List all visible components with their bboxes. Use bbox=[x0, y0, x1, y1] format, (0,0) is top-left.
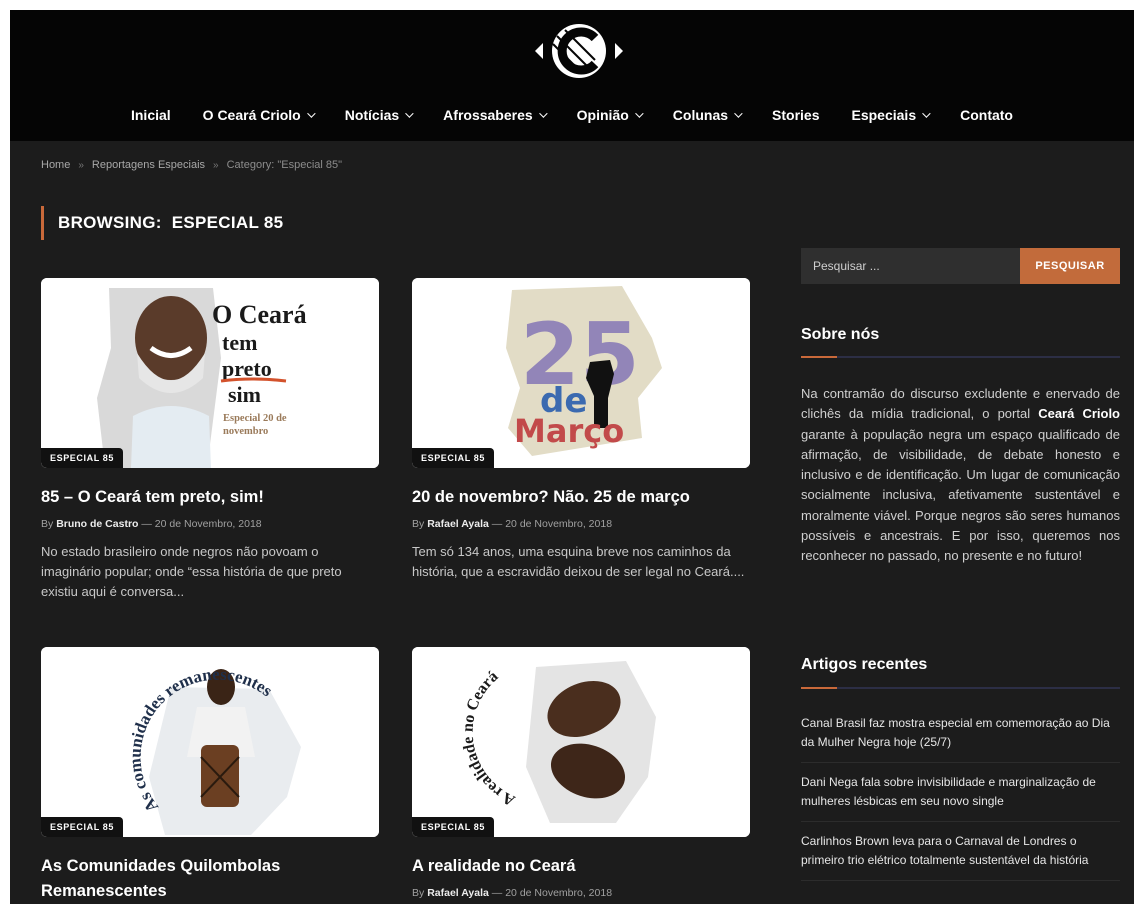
nav-item-label: Notícias bbox=[344, 107, 400, 123]
meta-dash: — bbox=[491, 518, 503, 530]
chevron-down-icon bbox=[405, 109, 414, 118]
widget-divider bbox=[801, 356, 1120, 358]
nav-item-inicial[interactable]: Inicial bbox=[115, 102, 187, 128]
image-text: O Ceará bbox=[212, 300, 307, 329]
meta-by: By bbox=[412, 518, 425, 530]
page-title: BROWSING: ESPECIAL 85 bbox=[41, 206, 283, 240]
breadcrumb-current: Category: "Especial 85" bbox=[226, 159, 343, 171]
post-date: 20 de Novembro, 2018 bbox=[154, 518, 262, 530]
post-author[interactable]: Rafael Ayala bbox=[427, 518, 489, 530]
post-title[interactable]: 85 – O Ceará tem preto, sim! bbox=[41, 485, 379, 510]
chevron-down-icon bbox=[538, 109, 548, 118]
post-meta: By Rafael Ayala — 20 de Novembro, 2018 bbox=[412, 518, 750, 530]
logo-left-arrow-icon bbox=[535, 43, 543, 59]
post-excerpt: No estado brasileiro onde negros não pov… bbox=[41, 544, 342, 599]
chevron-down-icon bbox=[634, 109, 644, 118]
post-image-3: As comunidades remanescentes bbox=[41, 647, 379, 837]
chevron-down-icon bbox=[306, 109, 316, 118]
browsing-label: BROWSING: bbox=[58, 213, 162, 232]
image-text: Março bbox=[514, 412, 624, 450]
post-image-4: A realidade no Ceará bbox=[412, 647, 750, 837]
post-excerpt: Tem só 134 anos, uma esquina breve nos c… bbox=[412, 544, 745, 579]
about-text: Na contramão do discurso excludente e en… bbox=[801, 384, 1120, 567]
recent-article-link[interactable]: Canal Brasil faz mostra especial em come… bbox=[801, 704, 1120, 763]
site-header: Inicial O Ceará Criolo Notícias Afrossabere… bbox=[10, 10, 1134, 141]
chevron-down-icon bbox=[922, 109, 931, 118]
image-text: preto bbox=[222, 356, 272, 381]
nav-item-colunas[interactable]: Colunas bbox=[657, 102, 756, 128]
meta-by: By bbox=[41, 518, 54, 530]
nav-item-stories[interactable]: Stories bbox=[756, 102, 835, 128]
logo-right-arrow-icon bbox=[615, 43, 623, 59]
post-card: A realidade no Ceará ESPECIAL 85 A reali… bbox=[412, 647, 750, 899]
nav-item-label: Inicial bbox=[130, 107, 171, 123]
post-date: 20 de Novembro, 2018 bbox=[505, 887, 613, 899]
nav-item-opini-o[interactable]: Opinião bbox=[561, 102, 657, 128]
category-badge[interactable]: ESPECIAL 85 bbox=[412, 817, 494, 837]
post-card: As comunidades remanescentes ESPECIAL 85… bbox=[41, 647, 379, 904]
nav-item-label: Opinião bbox=[576, 107, 629, 123]
nav-item-label: O Ceará Criolo bbox=[202, 107, 301, 123]
recent-title: Artigos recentes bbox=[801, 656, 928, 673]
breadcrumb-separator: » bbox=[78, 159, 84, 171]
nav-item-label: Afrossaberes bbox=[443, 107, 533, 123]
nav-item-especiais[interactable]: Especiais bbox=[836, 102, 945, 128]
post-card: O Ceará tem preto sim Especial 20 de nov… bbox=[41, 278, 379, 602]
category-badge[interactable]: ESPECIAL 85 bbox=[41, 448, 123, 468]
nav-item-label: Contato bbox=[960, 107, 1013, 123]
image-subtext: Especial 20 de novembro bbox=[223, 413, 287, 437]
browsing-category: ESPECIAL 85 bbox=[171, 213, 284, 232]
post-title[interactable]: A realidade no Ceará bbox=[412, 854, 750, 879]
widget-divider bbox=[801, 687, 1120, 689]
recent-article-link[interactable]: Carlinhos Brown leva para o Carnaval de … bbox=[801, 822, 1120, 881]
breadcrumb: Home » Reportagens Especiais » Category:… bbox=[41, 159, 342, 171]
post-thumbnail[interactable]: A realidade no Ceará ESPECIAL 85 bbox=[412, 647, 750, 837]
search-form: PESQUISAR bbox=[801, 248, 1120, 284]
site-logo[interactable] bbox=[529, 16, 629, 86]
post-meta: By Bruno de Castro — 20 de Novembro, 201… bbox=[41, 518, 379, 530]
post-author[interactable]: Rafael Ayala bbox=[427, 887, 489, 899]
breadcrumb-home[interactable]: Home bbox=[41, 159, 70, 171]
category-badge[interactable]: ESPECIAL 85 bbox=[41, 817, 123, 837]
recent-list: Canal Brasil faz mostra especial em come… bbox=[801, 704, 1120, 881]
post-thumbnail[interactable]: O Ceará tem preto sim Especial 20 de nov… bbox=[41, 278, 379, 468]
nav-item-label: Colunas bbox=[672, 107, 729, 123]
search-button[interactable]: PESQUISAR bbox=[1020, 248, 1120, 284]
post-date: 20 de Novembro, 2018 bbox=[505, 518, 613, 530]
post-author[interactable]: Bruno de Castro bbox=[56, 518, 138, 530]
post-thumbnail[interactable]: As comunidades remanescentes ESPECIAL 85 bbox=[41, 647, 379, 837]
image-text: tem bbox=[222, 330, 257, 355]
nav-item-afrossaberes[interactable]: Afrossaberes bbox=[427, 102, 561, 128]
post-thumbnail[interactable]: 25 de Março ESPECIAL 85 bbox=[412, 278, 750, 468]
post-image-1: O Ceará tem preto sim Especial 20 de nov… bbox=[41, 278, 379, 468]
post-title[interactable]: 20 de novembro? Não. 25 de março bbox=[412, 485, 750, 510]
recent-article-link[interactable]: Dani Nega fala sobre invisibilidade e ma… bbox=[801, 763, 1120, 822]
post-card: 25 de Março ESPECIAL 85 20 de novembro? … bbox=[412, 278, 750, 582]
about-text-part: garante à população negra um espaço qual… bbox=[801, 426, 1120, 564]
nav-item-not-cias[interactable]: Notícias bbox=[329, 102, 427, 128]
page: Inicial O Ceará Criolo Notícias Afrossabere… bbox=[10, 10, 1134, 904]
post-meta: By Rafael Ayala — 20 de Novembro, 2018 bbox=[412, 887, 750, 899]
nav-item-o-cear-criolo[interactable]: O Ceará Criolo bbox=[187, 102, 329, 128]
post-image-2: 25 de Março bbox=[412, 278, 750, 468]
meta-dash: — bbox=[141, 518, 152, 530]
nav-item-label: Stories bbox=[772, 107, 820, 123]
meta-by: By bbox=[412, 887, 425, 899]
main-nav: Inicial O Ceará Criolo Notícias Afrossabere… bbox=[10, 102, 1134, 128]
breadcrumb-separator: » bbox=[213, 159, 219, 171]
portrait-shirt bbox=[131, 406, 211, 468]
about-brand: Ceará Criolo bbox=[1038, 406, 1120, 422]
breadcrumb-section[interactable]: Reportagens Especiais bbox=[92, 159, 205, 171]
nav-item-contato[interactable]: Contato bbox=[944, 102, 1029, 128]
category-badge[interactable]: ESPECIAL 85 bbox=[412, 448, 494, 468]
search-input[interactable] bbox=[801, 248, 1020, 284]
chevron-down-icon bbox=[734, 109, 743, 118]
nav-item-label: Especiais bbox=[851, 107, 917, 123]
image-text: sim bbox=[228, 382, 261, 407]
post-title[interactable]: As Comunidades Quilombolas Remanescentes bbox=[41, 854, 379, 904]
about-title: Sobre nós bbox=[801, 326, 880, 343]
meta-dash: — bbox=[491, 887, 503, 899]
